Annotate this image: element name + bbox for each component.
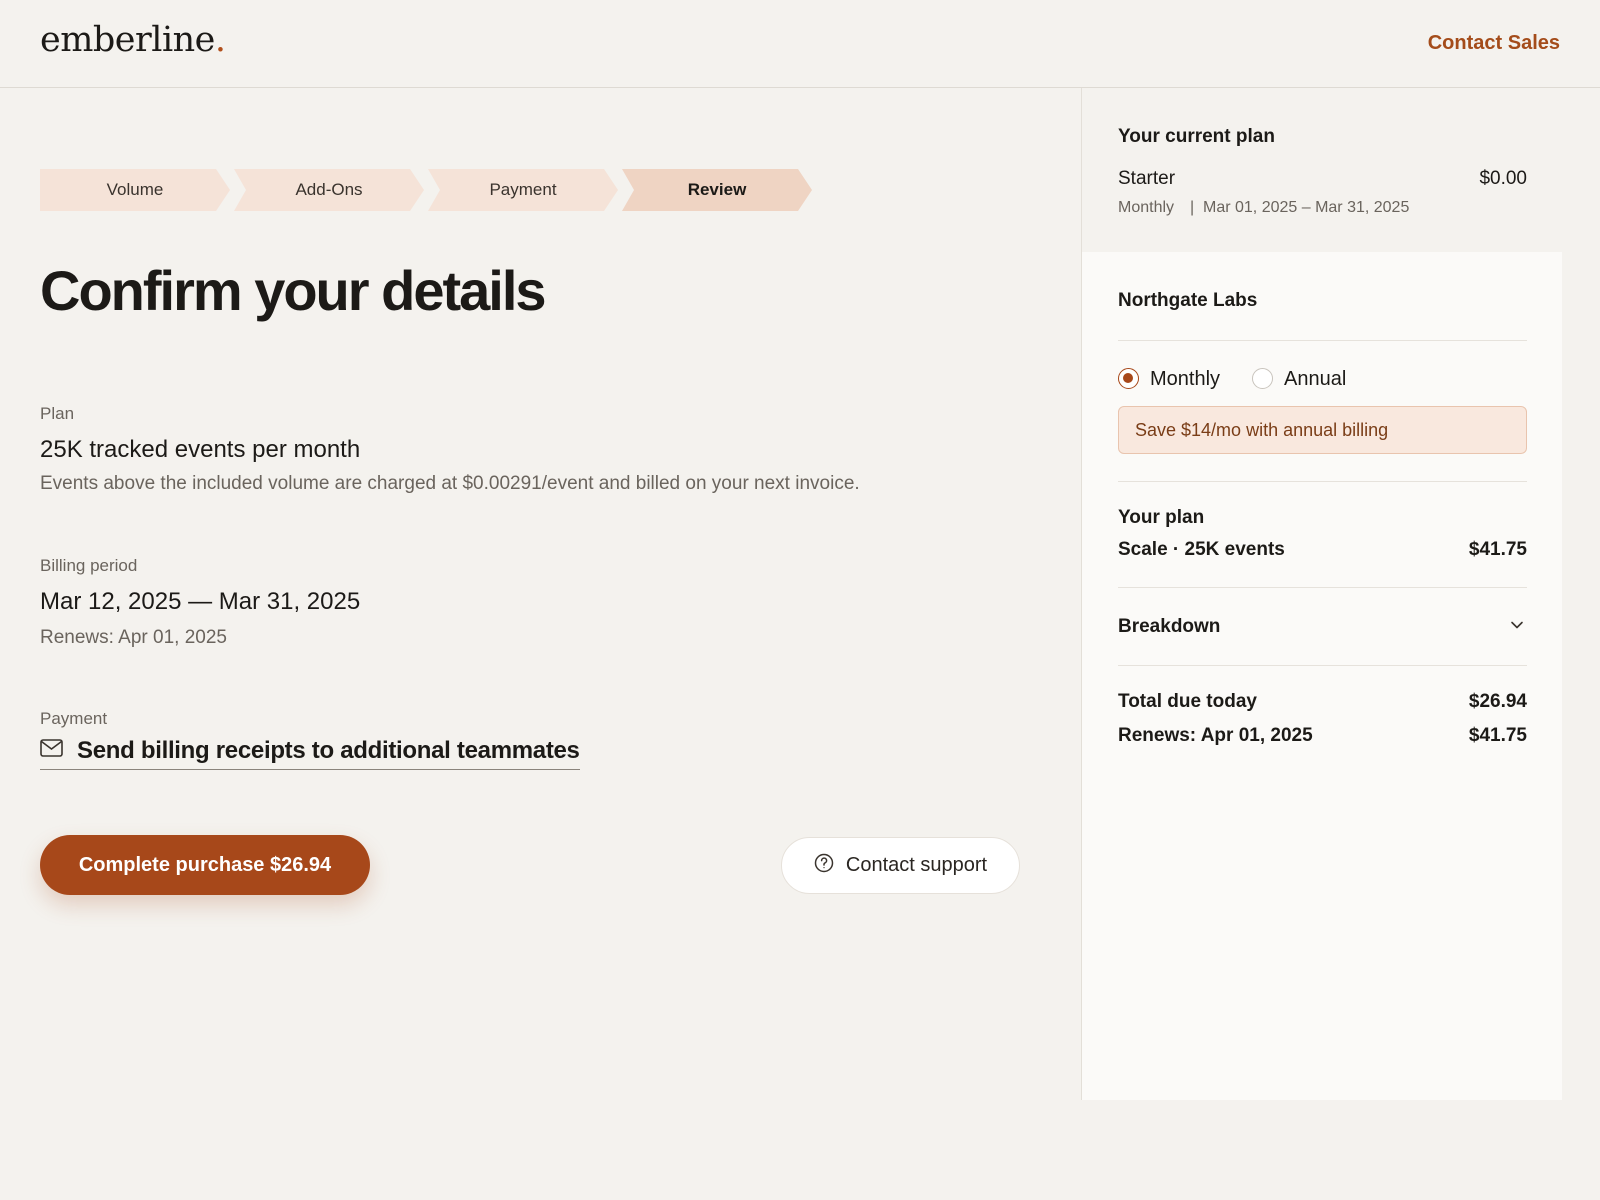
renews-value: $41.75 xyxy=(1468,725,1527,746)
total-due-label: Total due today xyxy=(1118,691,1257,712)
billing-period-value: Mar 12, 2025 — Mar 31, 2025 xyxy=(40,588,361,615)
divider xyxy=(1118,340,1527,341)
current-plan-separator: | xyxy=(1190,199,1195,216)
step-payment[interactable]: Payment xyxy=(428,169,618,211)
brand-dot: . xyxy=(214,20,226,60)
monthly-radio[interactable] xyxy=(1118,368,1139,389)
annual-radio-label[interactable]: Annual xyxy=(1284,368,1346,391)
order-summary-sidebar: Your current plan Starter $0.00 Monthly … xyxy=(1081,88,1562,1100)
current-plan-panel: Your current plan Starter $0.00 Monthly … xyxy=(1082,88,1562,252)
current-plan-cycle: Monthly xyxy=(1118,199,1175,216)
plan-label: Plan xyxy=(40,404,75,423)
step-add-ons[interactable]: Add-Ons xyxy=(234,169,424,211)
contact-support-label: Contact support xyxy=(845,854,988,876)
annual-radio[interactable] xyxy=(1252,368,1273,389)
divider xyxy=(1118,587,1527,588)
renews-label: Renews: Apr 01, 2025 xyxy=(1118,725,1313,746)
current-plan-dates: Mar 01, 2025 – Mar 31, 2025 xyxy=(1203,199,1410,216)
contact-sales-link[interactable]: Contact Sales xyxy=(1428,32,1560,55)
billing-receipts-link-label: Send billing receipts to additional team… xyxy=(77,736,580,764)
monthly-radio-label[interactable]: Monthly xyxy=(1150,368,1220,391)
total-due-value: $26.94 xyxy=(1468,691,1527,712)
divider xyxy=(1118,481,1527,482)
brand-name: emberline xyxy=(40,20,215,60)
plan-value: 25K tracked events per month xyxy=(40,436,361,463)
summary-card: Northgate Labs Monthly Annual Save $14/m… xyxy=(1082,252,1562,1100)
current-plan-heading: Your current plan xyxy=(1118,126,1275,147)
complete-purchase-button[interactable]: Complete purchase $26.94 xyxy=(40,835,370,895)
current-plan-name: Starter xyxy=(1118,168,1176,189)
annual-savings-banner: Save $14/mo with annual billing xyxy=(1118,406,1527,454)
top-bar: emberline. Contact Sales xyxy=(0,0,1600,88)
organization-name: Northgate Labs xyxy=(1118,290,1258,311)
billing-receipts-link[interactable]: Send billing receipts to additional team… xyxy=(40,736,580,770)
plan-note: Events above the included volume are cha… xyxy=(40,473,860,494)
plan-line: Scale · 25K events xyxy=(1118,539,1285,560)
billing-renews-note: Renews: Apr 01, 2025 xyxy=(40,627,227,648)
mail-icon xyxy=(40,739,63,762)
page-title: Confirm your details xyxy=(40,259,547,322)
your-plan-label: Your plan xyxy=(1118,507,1205,528)
plan-price: $41.75 xyxy=(1468,539,1527,560)
brand-logo[interactable]: emberline. xyxy=(40,20,226,60)
step-review[interactable]: Review xyxy=(622,169,812,211)
breakdown-toggle[interactable]: Breakdown xyxy=(1118,616,1220,638)
contact-support-button[interactable]: Contact support xyxy=(781,837,1020,894)
chevron-down-icon[interactable] xyxy=(1510,618,1524,637)
divider xyxy=(1118,665,1527,666)
billing-period-label: Billing period xyxy=(40,556,138,575)
help-circle-icon xyxy=(814,853,834,879)
current-plan-price: $0.00 xyxy=(1479,168,1527,189)
step-volume[interactable]: Volume xyxy=(40,169,230,211)
payment-label: Payment xyxy=(40,709,108,728)
